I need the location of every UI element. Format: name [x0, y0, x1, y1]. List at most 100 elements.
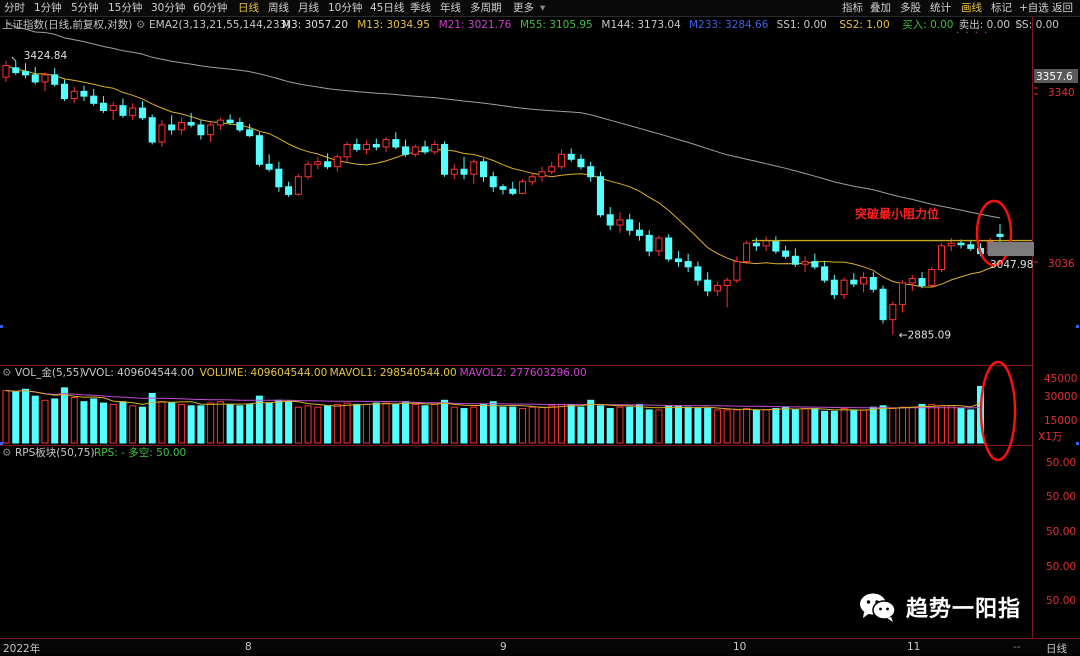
volume-bar — [21, 388, 30, 444]
volume-bar — [811, 408, 819, 444]
candle-body — [363, 143, 371, 150]
volume-bar — [382, 402, 390, 444]
price-tag-box — [988, 242, 1034, 256]
candle-body — [645, 234, 653, 252]
date-axis: 2022年 8 9 10 11 -- 日线 — [0, 638, 1080, 655]
candle-body — [626, 219, 634, 231]
volume-bar — [791, 409, 799, 444]
volume-bar — [197, 405, 205, 444]
candle-body — [899, 282, 907, 305]
candle-body — [596, 176, 604, 216]
volume-bar — [265, 402, 273, 444]
volume-bar — [655, 409, 663, 444]
volume-bar — [177, 403, 185, 444]
volume-bar — [908, 406, 916, 444]
candle-body — [450, 168, 458, 175]
volume-bar — [363, 403, 371, 444]
candle-body — [382, 139, 390, 148]
volume-axis-label: 30000 — [1044, 391, 1077, 403]
rps-axis-label: 50.00 — [1046, 491, 1076, 503]
candle-body — [372, 143, 380, 148]
candle-body — [869, 277, 877, 290]
volume-bar — [99, 402, 107, 444]
volume-unit-label: X1万 — [1038, 431, 1062, 443]
volume-bar — [889, 408, 897, 444]
candle-body — [704, 279, 712, 292]
volume-bar — [489, 401, 497, 444]
candle-body — [811, 261, 819, 268]
volume-bar — [752, 409, 760, 444]
candle-body — [294, 176, 302, 195]
candle-body — [967, 244, 975, 249]
volume-bar — [41, 399, 49, 444]
volume-bar — [626, 406, 634, 444]
volume-bar — [158, 401, 166, 444]
candle-body — [791, 255, 799, 265]
candle-body — [333, 156, 341, 168]
volume-bar — [938, 405, 946, 444]
volume-bar — [947, 405, 955, 444]
volume-bar — [635, 403, 643, 444]
candle-body — [90, 95, 98, 104]
candle-body — [996, 233, 1004, 237]
volume-bar — [460, 408, 468, 444]
volume-bar — [109, 403, 117, 444]
candle-body — [567, 153, 575, 160]
candle-body — [655, 237, 663, 252]
volume-bar — [411, 403, 419, 444]
candle-body — [577, 158, 585, 168]
candle-body — [12, 67, 20, 74]
volume-bar — [246, 403, 254, 444]
volume-bar — [333, 403, 341, 444]
scroll-dash[interactable]: -- — [1013, 641, 1021, 653]
rps-axis-label: 50.00 — [1046, 526, 1076, 538]
volume-bar — [577, 406, 585, 444]
candle-body — [733, 261, 741, 281]
candle-body — [324, 161, 332, 168]
volume-bar — [236, 405, 244, 444]
candle-body — [489, 176, 497, 188]
candle-body — [197, 124, 205, 136]
candle-body — [908, 278, 916, 284]
volume-bar — [616, 406, 624, 444]
volume-axis-label: 45000 — [1044, 373, 1077, 385]
candle-body — [518, 181, 527, 194]
candle-body — [635, 229, 643, 236]
volume-bar — [431, 403, 439, 444]
candle-body — [31, 74, 39, 83]
volume-bar — [918, 403, 926, 444]
edge-marker — [1076, 442, 1079, 445]
candle-body — [441, 143, 449, 175]
kline-chart[interactable]: 突破最小阻力位 3424.84 ←2885.09 3047.98 3357.6 3340… — [0, 0, 1080, 638]
rps-axis-label: 50.00 — [1046, 595, 1076, 607]
candle-body — [265, 163, 273, 170]
edge-marker — [0, 325, 3, 328]
volume-bar — [957, 408, 965, 444]
price-label-3340: 3340 — [1048, 87, 1075, 99]
candle-body — [879, 288, 887, 321]
volume-bar — [324, 405, 332, 444]
high-marker-label: 3424.84 — [24, 50, 68, 62]
volume-bar — [518, 408, 527, 444]
volume-bar — [2, 390, 10, 444]
candle-body — [392, 139, 400, 148]
volume-bar — [899, 406, 907, 444]
volume-bar — [869, 406, 877, 444]
date-label-sep: 9 — [500, 641, 507, 653]
volume-bar — [772, 408, 780, 444]
candle-body — [275, 168, 283, 188]
candle-body — [743, 242, 751, 263]
date-label-oct: 10 — [733, 641, 747, 653]
volume-bar — [343, 402, 351, 444]
candle-body — [801, 261, 809, 265]
candle-body — [353, 143, 361, 150]
candle-body — [216, 119, 224, 126]
moving-average-lines — [5, 22, 1001, 288]
candle-body — [304, 163, 312, 178]
wechat-icon — [860, 593, 896, 622]
candle-body — [928, 269, 936, 287]
volume-bar — [187, 405, 195, 444]
candle-body — [684, 261, 692, 268]
candle-body — [99, 102, 107, 111]
volume-bar — [694, 408, 702, 444]
